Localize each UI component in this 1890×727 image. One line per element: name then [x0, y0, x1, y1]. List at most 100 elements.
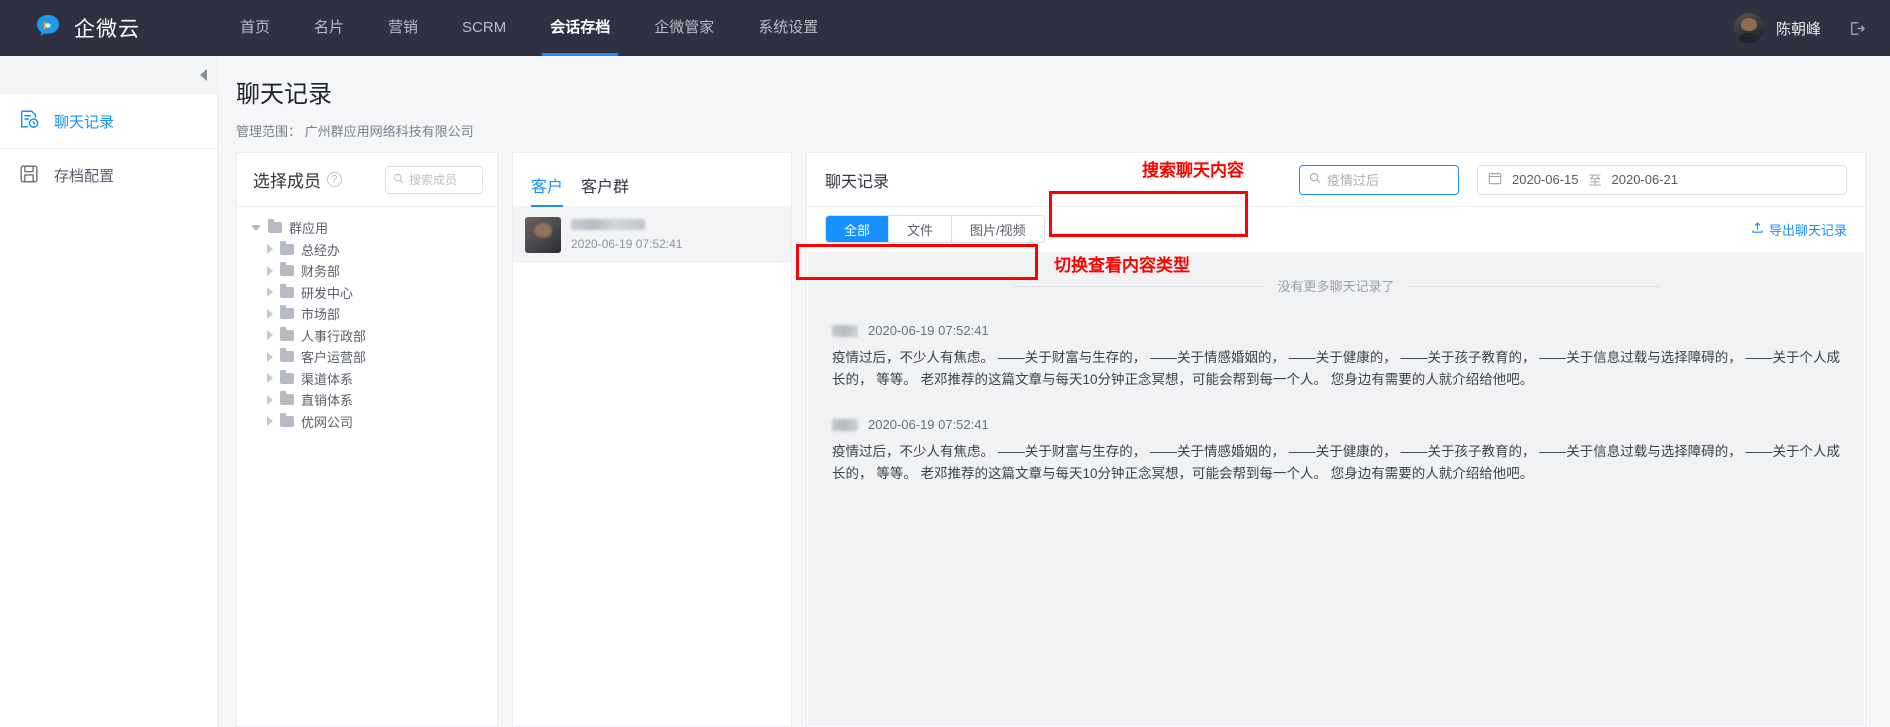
folder-icon: [280, 348, 294, 363]
chevron-right-icon[interactable]: [267, 287, 273, 298]
date-range-picker[interactable]: 2020-06-15 至 2020-06-21: [1477, 164, 1847, 195]
tree-node[interactable]: 直销体系: [251, 389, 497, 411]
top-navigation-bar: 企微云 首页 名片 营销 SCRM 会话存档 企微管家 系统设置 陈朝峰: [0, 0, 1890, 56]
contacts-panel: 客户 客户群 2020-06-19 07:52:41: [512, 152, 792, 727]
message-text: 疫情过后，不少人有焦虑。 ——关于财富与生存的， ——关于情感婚姻的， ——关于…: [832, 350, 1841, 387]
logout-icon[interactable]: [1847, 19, 1866, 38]
sidebar: 聊天记录 存档配置: [0, 56, 218, 727]
question-mark-icon[interactable]: ?: [327, 172, 342, 187]
tree-node-label: 客户运营部: [301, 350, 367, 366]
tree-node-label: 研发中心: [301, 285, 354, 301]
filter-image-video-button[interactable]: 图片/视频: [951, 216, 1044, 242]
no-more-records-divider: 没有更多聊天记录了: [832, 276, 1840, 295]
chevron-right-icon[interactable]: [267, 373, 273, 384]
chat-filter-bar: 全部 文件 图片/视频 导出聊天记录: [807, 207, 1865, 251]
folder-icon: [280, 412, 294, 427]
panels-row: 选择成员 ? 搜索成员 群应用 总经办 财务部 研发中心 市场部 人事行政部 客…: [236, 152, 1866, 727]
tree-node[interactable]: 人事行政部: [251, 325, 497, 347]
folder-icon: [280, 262, 294, 277]
contact-time: 2020-06-19 07:52:41: [571, 237, 683, 251]
sidebar-item-label: 存档配置: [54, 168, 115, 185]
chat-message: 2020-06-19 07:52:41 疫情过后，不少人有焦虑。 ——关于财富与…: [832, 323, 1840, 391]
member-search-placeholder: 搜索成员: [409, 173, 458, 187]
search-icon: [1309, 172, 1321, 187]
chevron-right-icon[interactable]: [267, 351, 273, 362]
sender-name-masked: [832, 324, 858, 337]
page-title: 聊天记录: [236, 81, 332, 108]
contact-avatar: [525, 217, 561, 253]
member-panel-title: 选择成员: [253, 172, 321, 191]
brand-name: 企微云: [74, 18, 140, 41]
search-icon: [393, 173, 404, 187]
date-start-value: 2020-06-15: [1512, 172, 1579, 187]
tree-node[interactable]: 总经办: [251, 239, 497, 261]
tab-customer[interactable]: 客户: [531, 173, 564, 207]
member-panel-header: 选择成员 ? 搜索成员: [237, 153, 497, 207]
folder-icon: [280, 305, 294, 320]
page-header: 聊天记录 管理范围： 广州群应用网络科技有限公司: [236, 74, 1866, 152]
chevron-right-icon[interactable]: [267, 308, 273, 319]
chevron-right-icon[interactable]: [267, 244, 273, 255]
chat-search-input[interactable]: 疫情过后: [1299, 164, 1459, 195]
member-select-panel: 选择成员 ? 搜索成员 群应用 总经办 财务部 研发中心 市场部 人事行政部 客…: [236, 152, 498, 727]
archive-config-icon: [18, 163, 40, 189]
sidebar-item-label: 聊天记录: [54, 113, 115, 131]
nav-item-namecard[interactable]: 名片: [292, 0, 366, 56]
tree-node[interactable]: 客户运营部: [251, 346, 497, 368]
chevron-right-icon[interactable]: [267, 265, 273, 276]
export-chat-records-button[interactable]: 导出聊天记录: [1751, 220, 1847, 239]
chat-panel-header: 聊天记录 疫情过后 2020-06-15 至 2020-06-21: [807, 153, 1865, 207]
tree-node-root[interactable]: 群应用: [251, 217, 497, 239]
chevron-right-icon[interactable]: [267, 394, 273, 405]
folder-icon: [280, 240, 294, 255]
tree-node-label: 财务部: [301, 264, 341, 280]
chat-message: 2020-06-19 07:52:41 疫情过后，不少人有焦虑。 ——关于财富与…: [832, 417, 1840, 485]
chevron-right-icon[interactable]: [267, 330, 273, 341]
chat-message-list[interactable]: 没有更多聊天记录了 2020-06-19 07:52:41 疫情过后，不少人有焦…: [808, 252, 1864, 725]
brand-logo-area[interactable]: 企微云: [0, 12, 218, 44]
message-timestamp: 2020-06-19 07:52:41: [868, 323, 989, 338]
tree-node[interactable]: 研发中心: [251, 282, 497, 304]
folder-icon: [280, 391, 294, 406]
chevron-right-icon[interactable]: [267, 416, 273, 427]
nav-item-scrm[interactable]: SCRM: [440, 0, 528, 56]
tree-node-label: 群应用: [289, 221, 329, 237]
nav-item-marketing[interactable]: 营销: [366, 0, 440, 56]
sidebar-item-chat-history[interactable]: 聊天记录: [0, 94, 217, 148]
nav-item-wecom-butler[interactable]: 企微管家: [632, 0, 736, 56]
avatar[interactable]: [1733, 13, 1764, 43]
tree-node-label: 人事行政部: [301, 328, 367, 344]
sidebar-collapse-button[interactable]: [0, 56, 217, 94]
nav-item-system-settings[interactable]: 系统设置: [736, 0, 840, 56]
filter-file-button[interactable]: 文件: [888, 216, 952, 242]
filter-all-button[interactable]: 全部: [826, 216, 889, 242]
nav-item-session-archive[interactable]: 会话存档: [528, 0, 632, 56]
member-panel-title-wrap: 选择成员 ?: [253, 167, 342, 192]
message-timestamp: 2020-06-19 07:52:41: [868, 417, 989, 432]
tree-node[interactable]: 市场部: [251, 303, 497, 325]
tree-node[interactable]: 优网公司: [251, 411, 497, 433]
tab-customer-group[interactable]: 客户群: [581, 173, 629, 206]
folder-icon: [280, 326, 294, 341]
calendar-icon: [1488, 171, 1502, 188]
chat-history-icon: [18, 108, 40, 134]
tree-node[interactable]: 财务部: [251, 260, 497, 282]
chevron-down-icon[interactable]: [251, 224, 261, 231]
user-area: 陈朝峰: [1733, 0, 1866, 56]
list-item[interactable]: 2020-06-19 07:52:41: [513, 207, 791, 263]
date-end-value: 2020-06-21: [1611, 172, 1679, 187]
folder-icon: [280, 369, 294, 384]
tree-node-label: 渠道体系: [301, 371, 354, 387]
member-search-input[interactable]: 搜索成员: [385, 165, 483, 194]
chat-search-value: 疫情过后: [1327, 173, 1380, 188]
chat-message-header: 2020-06-19 07:52:41: [832, 417, 1840, 432]
nav-item-home[interactable]: 首页: [218, 0, 292, 56]
page-layout: 聊天记录 存档配置 聊天记录 管理范围： 广州群应用网络科技有限公司 选择成员 …: [0, 56, 1890, 727]
tree-node[interactable]: 渠道体系: [251, 368, 497, 390]
sidebar-item-archive-config[interactable]: 存档配置: [0, 148, 217, 202]
message-text: 疫情过后，不少人有焦虑。 ——关于财富与生存的， ——关于情感婚姻的， ——关于…: [832, 444, 1841, 481]
main-content: 聊天记录 管理范围： 广州群应用网络科技有限公司 选择成员 ? 搜索成员 群应用…: [218, 56, 1890, 727]
sender-name-masked: [832, 418, 858, 431]
chat-panel-title: 聊天记录: [825, 173, 890, 191]
contact-name-masked: [571, 219, 645, 230]
